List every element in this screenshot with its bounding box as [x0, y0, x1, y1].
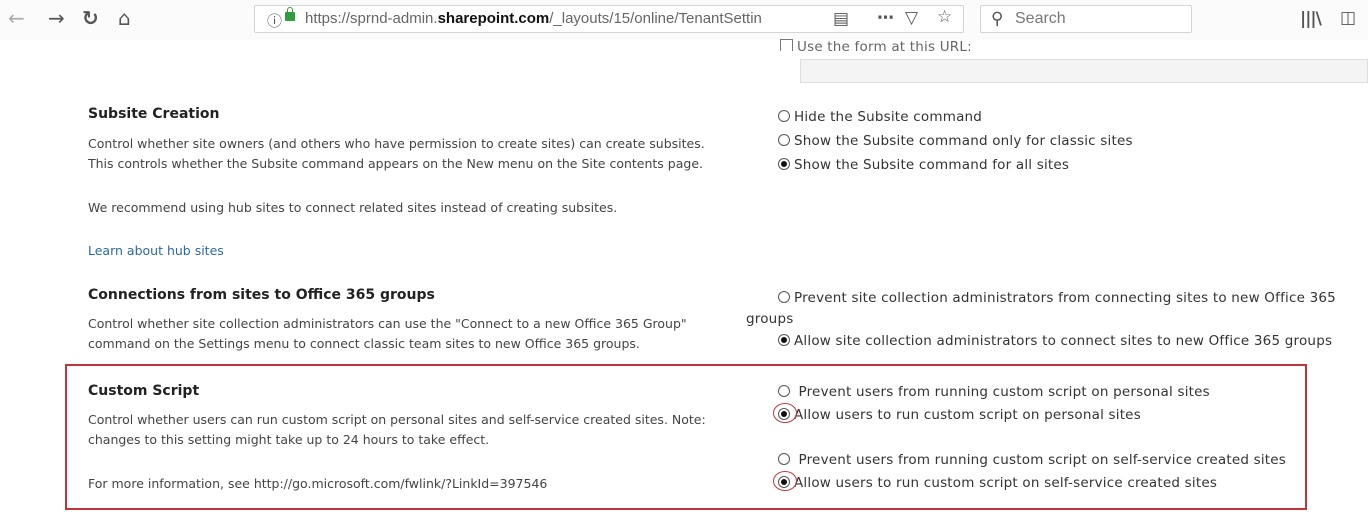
option-label: Hide the Subsite command: [794, 109, 983, 125]
page-actions-icon[interactable]: ⋯: [877, 8, 894, 28]
subsite-section: Subsite Creation: [88, 106, 219, 122]
custom-script-desc: Control whether users can run custom scr…: [88, 410, 706, 450]
option-label: Allow users to run custom script on pers…: [794, 407, 1141, 423]
connections-option-prevent[interactable]: Prevent site collection administrators f…: [778, 290, 1336, 306]
connections-desc-line2: command on the Settings menu to connect …: [88, 336, 640, 351]
connections-desc: Control whether site collection administ…: [88, 314, 687, 354]
form-url-input[interactable]: [800, 59, 1368, 83]
pocket-icon[interactable]: ▽: [905, 8, 918, 28]
subsite-option-all[interactable]: Show the Subsite command for all sites: [778, 157, 1069, 173]
subsite-option-hide[interactable]: Hide the Subsite command: [778, 109, 982, 125]
option-label: Prevent users from running custom script…: [798, 384, 1210, 400]
search-icon: ⚲: [991, 9, 1004, 29]
option-label: Allow site collection administrators to …: [794, 333, 1333, 349]
custom-script-desc-line2: changes to this setting might take up to…: [88, 432, 490, 447]
library-icon[interactable]: |||\: [1300, 9, 1322, 29]
custom-script-desc-line1: Control whether users can run custom scr…: [88, 412, 706, 427]
lock-icon[interactable]: [285, 7, 295, 21]
radio-button-selected[interactable]: [778, 334, 790, 346]
option-label-wrap: groups: [746, 311, 794, 327]
radio-button[interactable]: [778, 134, 790, 146]
radio-button[interactable]: [778, 385, 790, 397]
connections-section: Connections from sites to Office 365 gro…: [88, 287, 435, 303]
use-form-checkbox-row[interactable]: Use the form at this URL:: [780, 39, 972, 51]
option-label: Show the Subsite command only for classi…: [794, 133, 1133, 149]
connections-option-allow[interactable]: Allow site collection administrators to …: [778, 333, 1332, 349]
search-bar[interactable]: ⚲ Search: [980, 5, 1192, 33]
script-option-prevent-personal[interactable]: Prevent users from running custom script…: [778, 384, 1210, 400]
bookmark-star-icon[interactable]: ☆: [937, 7, 952, 27]
annotation-circle: [773, 403, 797, 423]
option-label: Prevent site collection administrators f…: [794, 290, 1336, 306]
url-prefix: https://sprnd-admin.: [305, 10, 438, 27]
radio-button[interactable]: [778, 110, 790, 122]
reload-icon[interactable]: ↻: [82, 6, 99, 30]
connections-title: Connections from sites to Office 365 gro…: [88, 287, 435, 303]
subsite-recommendation: We recommend using hub sites to connect …: [88, 200, 618, 215]
custom-script-title: Custom Script: [88, 383, 200, 399]
custom-script-more-info: For more information, see http://go.micr…: [88, 476, 548, 491]
option-label: Allow users to run custom script on self…: [794, 475, 1218, 491]
reader-view-icon[interactable]: ▤: [833, 9, 849, 29]
use-form-checkbox[interactable]: [780, 39, 793, 51]
url-domain: sharepoint.com: [437, 10, 550, 27]
search-placeholder: Search: [1015, 10, 1066, 27]
script-option-allow-selfservice[interactable]: Allow users to run custom script on self…: [778, 475, 1217, 491]
script-option-allow-personal[interactable]: Allow users to run custom script on pers…: [778, 407, 1141, 423]
forward-icon[interactable]: →: [48, 6, 65, 30]
subsite-title: Subsite Creation: [88, 106, 220, 122]
radio-button[interactable]: [778, 453, 790, 465]
address-bar[interactable]: ⓘ https://sprnd-admin.sharepoint.com/_la…: [254, 5, 964, 33]
subsite-desc-line1: Control whether site owners (and others …: [88, 136, 705, 151]
info-icon[interactable]: ⓘ: [267, 10, 282, 31]
option-label: Prevent users from running custom script…: [798, 452, 1287, 468]
radio-button-selected[interactable]: [778, 158, 790, 170]
url-path: /_layouts/15/online/TenantSettin: [549, 10, 762, 27]
url-text[interactable]: https://sprnd-admin.sharepoint.com/_layo…: [305, 10, 825, 27]
back-icon[interactable]: ←: [8, 6, 25, 30]
subsite-option-classic[interactable]: Show the Subsite command only for classi…: [778, 133, 1133, 149]
browser-toolbar: ← → ↻ ⌂ ⓘ https://sprnd-admin.sharepoint…: [0, 0, 1368, 40]
annotation-circle: [773, 471, 797, 491]
home-icon[interactable]: ⌂: [118, 6, 131, 30]
script-option-prevent-selfservice[interactable]: Prevent users from running custom script…: [778, 452, 1286, 468]
connections-desc-line1: Control whether site collection administ…: [88, 316, 687, 331]
subsite-desc-line2: This controls whether the Subsite comman…: [88, 156, 703, 171]
learn-hub-sites-link[interactable]: Learn about hub sites: [88, 243, 224, 258]
sidebar-icon[interactable]: ◫: [1340, 8, 1356, 28]
subsite-desc: Control whether site owners (and others …: [88, 134, 705, 174]
use-form-label: Use the form at this URL:: [797, 39, 972, 51]
radio-button[interactable]: [778, 291, 790, 303]
custom-script-section: Custom Script: [88, 383, 199, 399]
option-label: Show the Subsite command for all sites: [794, 157, 1070, 173]
